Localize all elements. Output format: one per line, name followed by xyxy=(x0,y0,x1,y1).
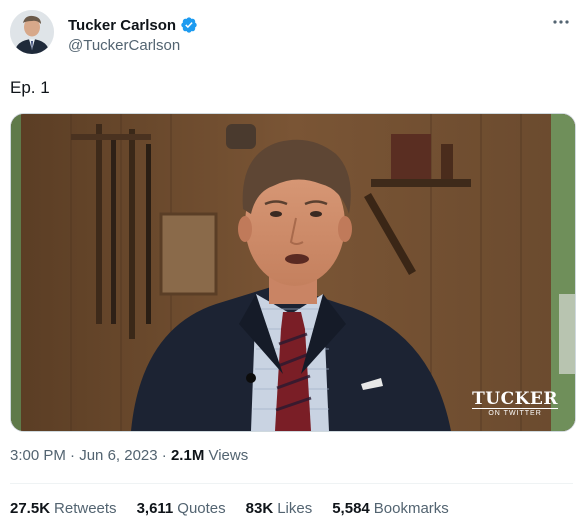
more-options-button[interactable] xyxy=(549,10,573,34)
more-horizontal-icon xyxy=(553,20,569,24)
avatar-image xyxy=(10,10,54,54)
views-label: Views xyxy=(204,447,249,464)
tweet-text: Ep. 1 xyxy=(10,78,50,97)
tucker-on-twitter-logo: TUCKER ON TWITTER xyxy=(472,389,558,417)
avatar[interactable] xyxy=(10,10,54,54)
tweet-date[interactable]: Jun 6, 2023 xyxy=(79,447,157,464)
meta-separator: · xyxy=(65,447,80,464)
likes-link[interactable]: 83K Likes xyxy=(246,500,313,517)
bookmarks-link[interactable]: 5,584 Bookmarks xyxy=(332,500,449,517)
retweets-link[interactable]: 27.5K Retweets xyxy=(10,500,117,517)
video-player[interactable]: TUCKER ON TWITTER xyxy=(10,113,576,432)
tweet-time[interactable]: 3:00 PM xyxy=(10,447,66,464)
meta-separator: · xyxy=(157,447,171,464)
engagement-stats: 27.5K Retweets 3,611 Quotes 83K Likes 5,584… xyxy=(10,500,449,517)
verified-badge-icon xyxy=(181,17,197,33)
author-name-row[interactable]: Tucker Carlson xyxy=(68,14,198,36)
views-count: 2.1M xyxy=(170,447,205,464)
author-name[interactable]: Tucker Carlson xyxy=(68,17,176,34)
divider xyxy=(10,483,573,484)
quotes-link[interactable]: 3,611 Quotes xyxy=(137,500,226,517)
video-frame xyxy=(11,114,575,431)
author-handle[interactable]: @TuckerCarlson xyxy=(68,37,180,54)
tweet-meta: 3:00 PM · Jun 6, 2023 · 2.1M Views xyxy=(10,447,248,464)
